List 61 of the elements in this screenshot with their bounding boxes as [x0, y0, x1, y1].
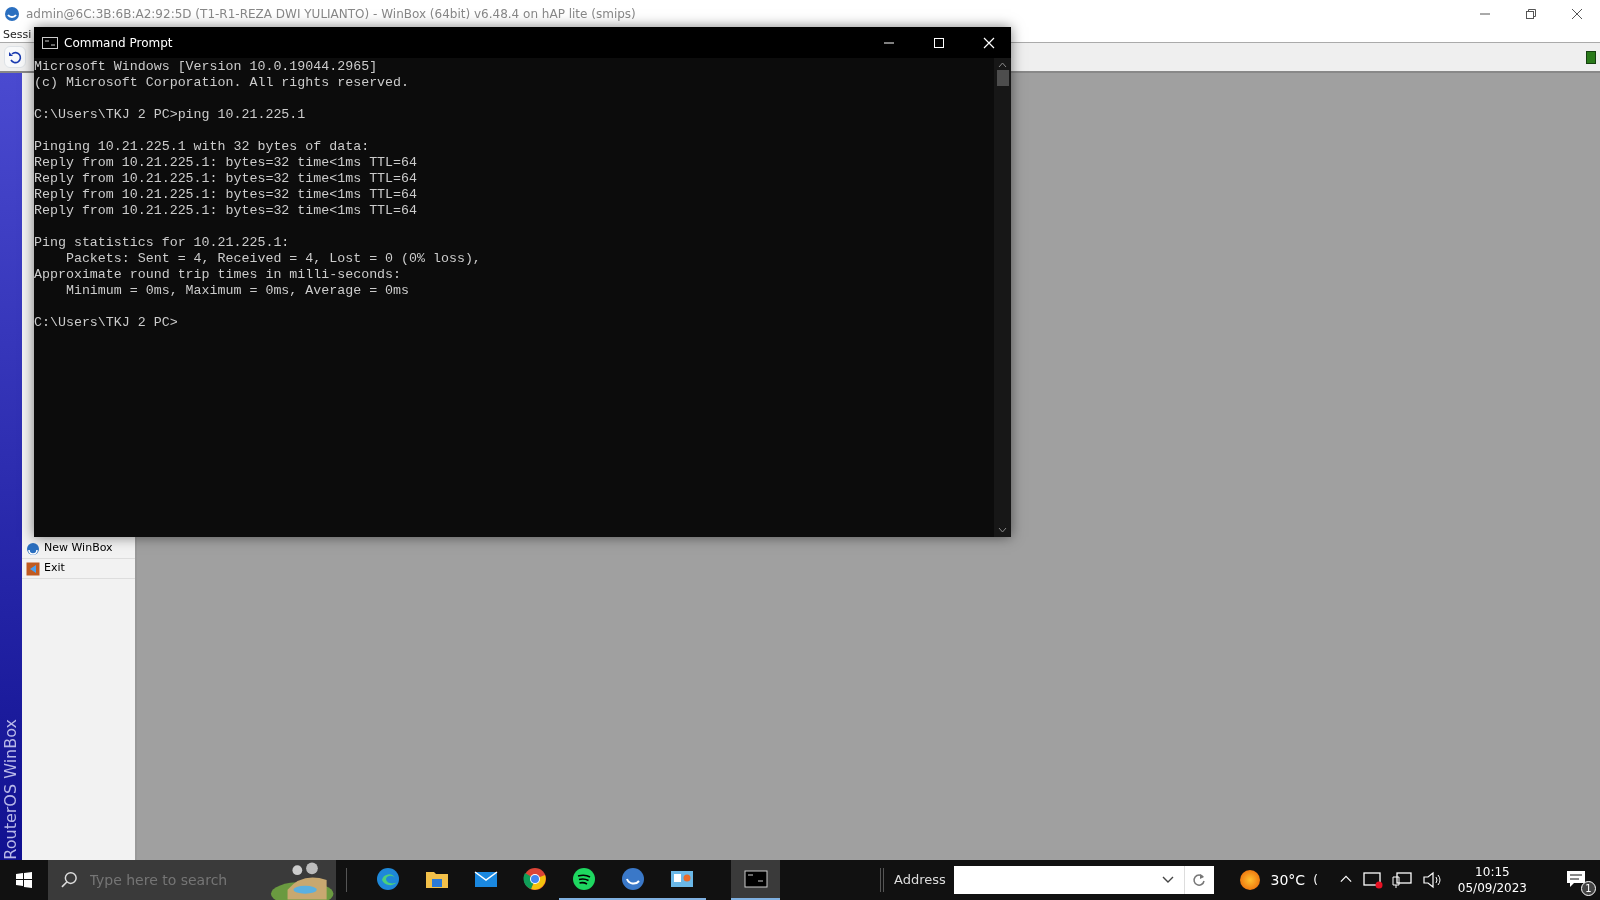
close-icon — [983, 36, 995, 49]
terminal-line: Microsoft Windows [Version 10.0.19044.2965] — [34, 59, 379, 75]
maximize-icon — [933, 36, 945, 49]
network-icon — [1391, 871, 1414, 889]
terminal-line: Reply from 10.21.225.1: bytes=32 time<1ms TTL=64 — [34, 171, 418, 187]
undo-button[interactable] — [4, 46, 26, 68]
music-app-icon — [571, 867, 596, 891]
scrollbar[interactable] — [994, 58, 1011, 537]
address-field[interactable] — [953, 866, 1184, 894]
winbox-logo-icon — [26, 541, 40, 556]
search-icon — [60, 871, 78, 889]
chrome-browser-icon — [522, 867, 547, 891]
menu-item[interactable]: Sessi — [3, 28, 32, 41]
terminal-line: Minimum = 0ms, Maximum = 0ms, Average = 0ms — [64, 283, 411, 299]
undo-icon — [8, 50, 22, 64]
security-alert-icon — [1361, 871, 1384, 889]
search-box[interactable]: Type here to search — [48, 860, 336, 900]
address-label: Address — [894, 871, 946, 890]
notification-count: 1 — [1581, 881, 1596, 896]
terminal-line: C:\Users\TKJ 2 PC> — [34, 315, 179, 331]
edge-browser-icon — [375, 867, 400, 891]
terminal-line: (c) Microsoft Corporation. All rights reserved. — [34, 75, 411, 91]
terminal-line: Pinging 10.21.225.1 with 32 bytes of data: — [34, 139, 371, 155]
volume-icon — [1421, 871, 1442, 889]
clock-date: 05/09/2023 — [1457, 880, 1527, 896]
winbox-logo-icon — [620, 867, 645, 891]
windows-logo-icon — [16, 872, 32, 888]
scroll-up-icon[interactable] — [998, 62, 1007, 68]
sidebar-item[interactable]: New WinBox — [22, 539, 135, 559]
terminal-line: Reply from 10.21.225.1: bytes=32 time<1ms TTL=64 — [34, 187, 418, 203]
close-icon — [1571, 7, 1583, 20]
terminal-title: Command Prompt — [64, 34, 174, 52]
search-field[interactable]: Type here to search — [87, 868, 258, 892]
scrollbar-thumb[interactable] — [996, 70, 1009, 86]
sidebar-item[interactable]: Exit — [22, 559, 135, 579]
terminal-line: Approximate round trip times in milli-seconds: — [34, 267, 403, 283]
terminal-line: Ping statistics for 10.21.225.1: — [34, 235, 291, 251]
dropdown-caret-icon — [1161, 876, 1174, 884]
terminal-line: Reply from 10.21.225.1: bytes=32 time<1ms TTL=64 — [34, 203, 418, 219]
scroll-down-icon[interactable] — [998, 527, 1007, 533]
window-title: admin@6C:3B:6B:A2:92:5D (T1-R1-REZA DWI YULIANTO) - WinBox (64bit) v6.48.4 on hAP lite (smips) — [26, 5, 637, 23]
temperature-text: 30°C — [1270, 870, 1306, 890]
terminal-line: Reply from 10.21.225.1: bytes=32 time<1ms TTL=64 — [34, 155, 418, 171]
chevron-up-icon — [1339, 874, 1352, 884]
terminal-line: C:\Users\TKJ 2 PC>ping 10.21.225.1 — [34, 107, 307, 123]
refresh-button[interactable] — [1183, 866, 1214, 894]
clock-time: 10:15 — [1475, 864, 1510, 880]
taskbar-app-button[interactable] — [731, 860, 780, 900]
sun-weather-icon — [1238, 869, 1261, 891]
app-logo-icon — [4, 5, 20, 22]
terminal-icon — [743, 867, 768, 891]
weather-text: ( — [1313, 872, 1318, 889]
terminal-icon — [42, 36, 58, 49]
status-indicator — [1586, 50, 1596, 64]
restore-icon — [1525, 7, 1537, 20]
refresh-icon — [1192, 873, 1207, 887]
notification-icon — [1565, 870, 1586, 888]
exit-icon — [26, 561, 40, 576]
notifications-button[interactable]: 1 — [1551, 860, 1600, 900]
banner-text: RouterOS WinBox — [0, 718, 21, 860]
terminal-line: Packets: Sent = 4, Received = 4, Lost = 0 (0% loss), — [64, 251, 482, 267]
